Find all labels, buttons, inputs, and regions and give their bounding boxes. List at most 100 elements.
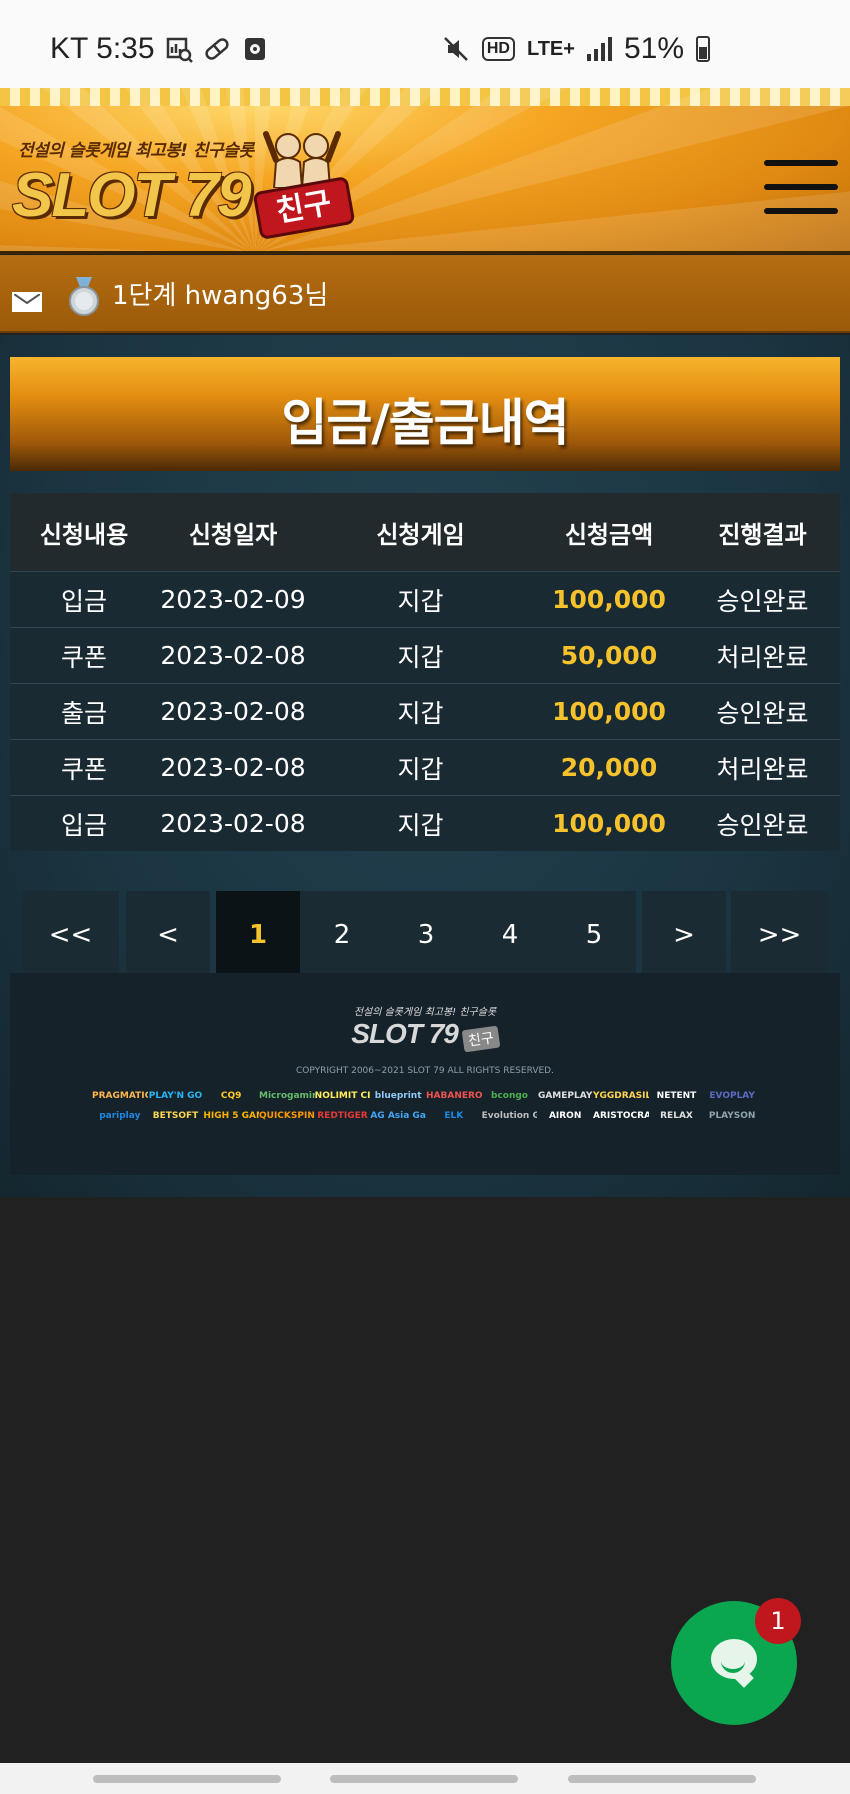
col-game: 신청게임 [376, 520, 465, 549]
table-row: 입금 2023-02-09 지갑 100,000 승인완료 [10, 571, 840, 627]
site-header: 전설의 슬롯게임 최고봉! 친구슬롯 SLOT 79 친구 [0, 88, 850, 254]
provider-logo: AG Asia Gaming [370, 1111, 426, 1121]
page-first-button[interactable]: << [22, 891, 119, 979]
cell-game: 지갑 [397, 754, 444, 784]
mute-icon [442, 35, 470, 63]
cell-type: 입금 [60, 586, 107, 616]
provider-logo: ELK [444, 1111, 464, 1121]
carrier-time: KT 5:35 [50, 32, 155, 65]
table-row: 입금 2023-02-08 지갑 100,000 승인완료 [10, 795, 840, 851]
cell-game: 지갑 [397, 698, 444, 728]
col-date: 신청일자 [188, 520, 278, 549]
provider-logo: GAMEPLAY [537, 1091, 593, 1101]
provider-logo: bcongo [490, 1091, 528, 1101]
provider-logos: PRAGMATIC PLAYPLAY'N GO CQ9 MicrogamingNOL… [92, 1091, 760, 1121]
page-3-button[interactable]: 3 [384, 891, 468, 979]
table-row: 쿠폰 2023-02-08 지갑 50,000 처리완료 [10, 627, 840, 683]
provider-logo: Evolution Gaming [481, 1111, 538, 1121]
network-type: LTE+ [526, 37, 575, 60]
table-row: 출금 2023-02-08 지갑 100,000 승인완료 [10, 683, 840, 739]
footer-tagline: 전설의 슬롯게임 최고봉! 친구슬롯 [353, 1007, 497, 1018]
cell-type: 입금 [60, 810, 107, 840]
battery-icon [696, 36, 710, 62]
cell-amount: 20,000 [560, 753, 658, 782]
cell-amount: 100,000 [552, 585, 666, 614]
provider-logo: NETENT [656, 1091, 697, 1101]
chat-badge: 1 [755, 1598, 801, 1644]
analytics-icon [165, 35, 193, 63]
page-5-button[interactable]: 5 [552, 891, 636, 979]
provider-logo: RELAX [660, 1111, 693, 1121]
col-result: 진행결과 [718, 520, 807, 549]
system-nav-bar [0, 1763, 850, 1794]
nav-recents[interactable] [93, 1775, 281, 1783]
copyright: COPYRIGHT 2006~2021 SLOT 79 ALL RIGHTS R… [296, 1066, 554, 1076]
provider-logo: pariplay [99, 1111, 141, 1121]
provider-logo: AIRON [548, 1111, 582, 1121]
provider-logo: Microgaming [259, 1091, 315, 1101]
page-last-button[interactable]: >> [731, 891, 828, 979]
provider-logo: ARISTOCRAT [593, 1111, 649, 1121]
hamburger-icon[interactable] [764, 160, 838, 216]
user-bar: 1단계 hwang63님 [0, 255, 850, 333]
cell-result: 승인완료 [716, 810, 809, 840]
provider-logo: YGGDRASIL [593, 1091, 649, 1101]
chat-icon [711, 1639, 757, 1679]
provider-logo: EVOPLAY [709, 1091, 755, 1101]
provider-logo: PLAYSON [708, 1111, 756, 1121]
page-next-button[interactable]: > [642, 891, 726, 979]
footer-logo: 전설의 슬롯게임 최고봉! 친구슬롯 SLOT 79 친구 [10, 1003, 840, 1052]
cell-date: 2023-02-08 [160, 809, 306, 838]
provider-logo: PRAGMATIC PLAY [92, 1091, 148, 1101]
provider-logo: HIGH 5 GAMES [203, 1111, 259, 1121]
provider-logo: BETSOFT [152, 1111, 199, 1121]
cell-result: 처리완료 [716, 754, 809, 784]
cell-game: 지갑 [397, 642, 444, 672]
cell-amount: 50,000 [560, 641, 658, 670]
page-4-button[interactable]: 4 [468, 891, 552, 979]
table-header: 신청내용 신청일자 신청게임 신청금액 진행결과 [10, 493, 840, 571]
provider-logo: QUICKSPIN [259, 1111, 315, 1121]
provider-logo: blueprint [374, 1091, 422, 1101]
cell-game: 지갑 [397, 810, 444, 840]
cell-result: 승인완료 [716, 698, 809, 728]
footer: 전설의 슬롯게임 최고봉! 친구슬롯 SLOT 79 친구 COPYRIGHT … [10, 973, 840, 1175]
cell-date: 2023-02-08 [160, 753, 306, 782]
main-content: 입금/출금내역 신청내용 신청일자 신청게임 신청금액 진행결과 입금 2023… [0, 335, 850, 1197]
cell-result: 처리완료 [716, 642, 809, 672]
col-type: 신청내용 [39, 520, 129, 549]
cell-date: 2023-02-08 [160, 641, 306, 670]
pill-icon [203, 35, 231, 63]
logo-tagline: 전설의 슬롯게임 최고봉! 친구슬롯 [18, 141, 254, 161]
table-row: 쿠폰 2023-02-08 지갑 20,000 처리완료 [10, 739, 840, 795]
cell-date: 2023-02-08 [160, 697, 306, 726]
cell-amount: 100,000 [552, 697, 666, 726]
nav-home[interactable] [330, 1775, 518, 1783]
site-logo[interactable]: 전설의 슬롯게임 최고봉! 친구슬롯 SLOT 79 친구 [12, 124, 356, 244]
cell-result: 승인완료 [716, 586, 809, 616]
provider-logo: HABANERO [426, 1091, 482, 1101]
provider-logo: PLAY'N GO [148, 1091, 203, 1101]
col-amount: 신청금액 [564, 520, 654, 549]
cell-type: 출금 [60, 698, 107, 728]
cell-amount: 100,000 [552, 809, 666, 838]
status-bar: KT 5:35 HD LTE+ 51% [0, 0, 850, 92]
logo-text: SLOT 79 [12, 161, 252, 230]
battery-percent: 51% [623, 32, 684, 65]
mail-icon[interactable] [12, 292, 42, 312]
page-title-banner: 입금/출금내역 [10, 357, 840, 471]
nav-back[interactable] [568, 1775, 756, 1783]
provider-logo: CQ9 [220, 1091, 242, 1101]
page-2-button[interactable]: 2 [300, 891, 384, 979]
footer-logo-text: SLOT 79 [351, 1018, 459, 1049]
hd-indicator: HD [481, 37, 515, 61]
page-prev-button[interactable]: < [126, 891, 210, 979]
pagination: << < 1 2 3 4 5 > >> [22, 891, 828, 979]
cell-game: 지갑 [397, 586, 444, 616]
page-title: 입금/출금내역 [281, 394, 569, 452]
page-1-button[interactable]: 1 [216, 891, 300, 979]
footer-logo-badge: 친구 [461, 1025, 501, 1052]
media-icon [241, 35, 269, 63]
cell-type: 쿠폰 [60, 642, 107, 672]
provider-logo: REDTIGER [317, 1111, 368, 1121]
